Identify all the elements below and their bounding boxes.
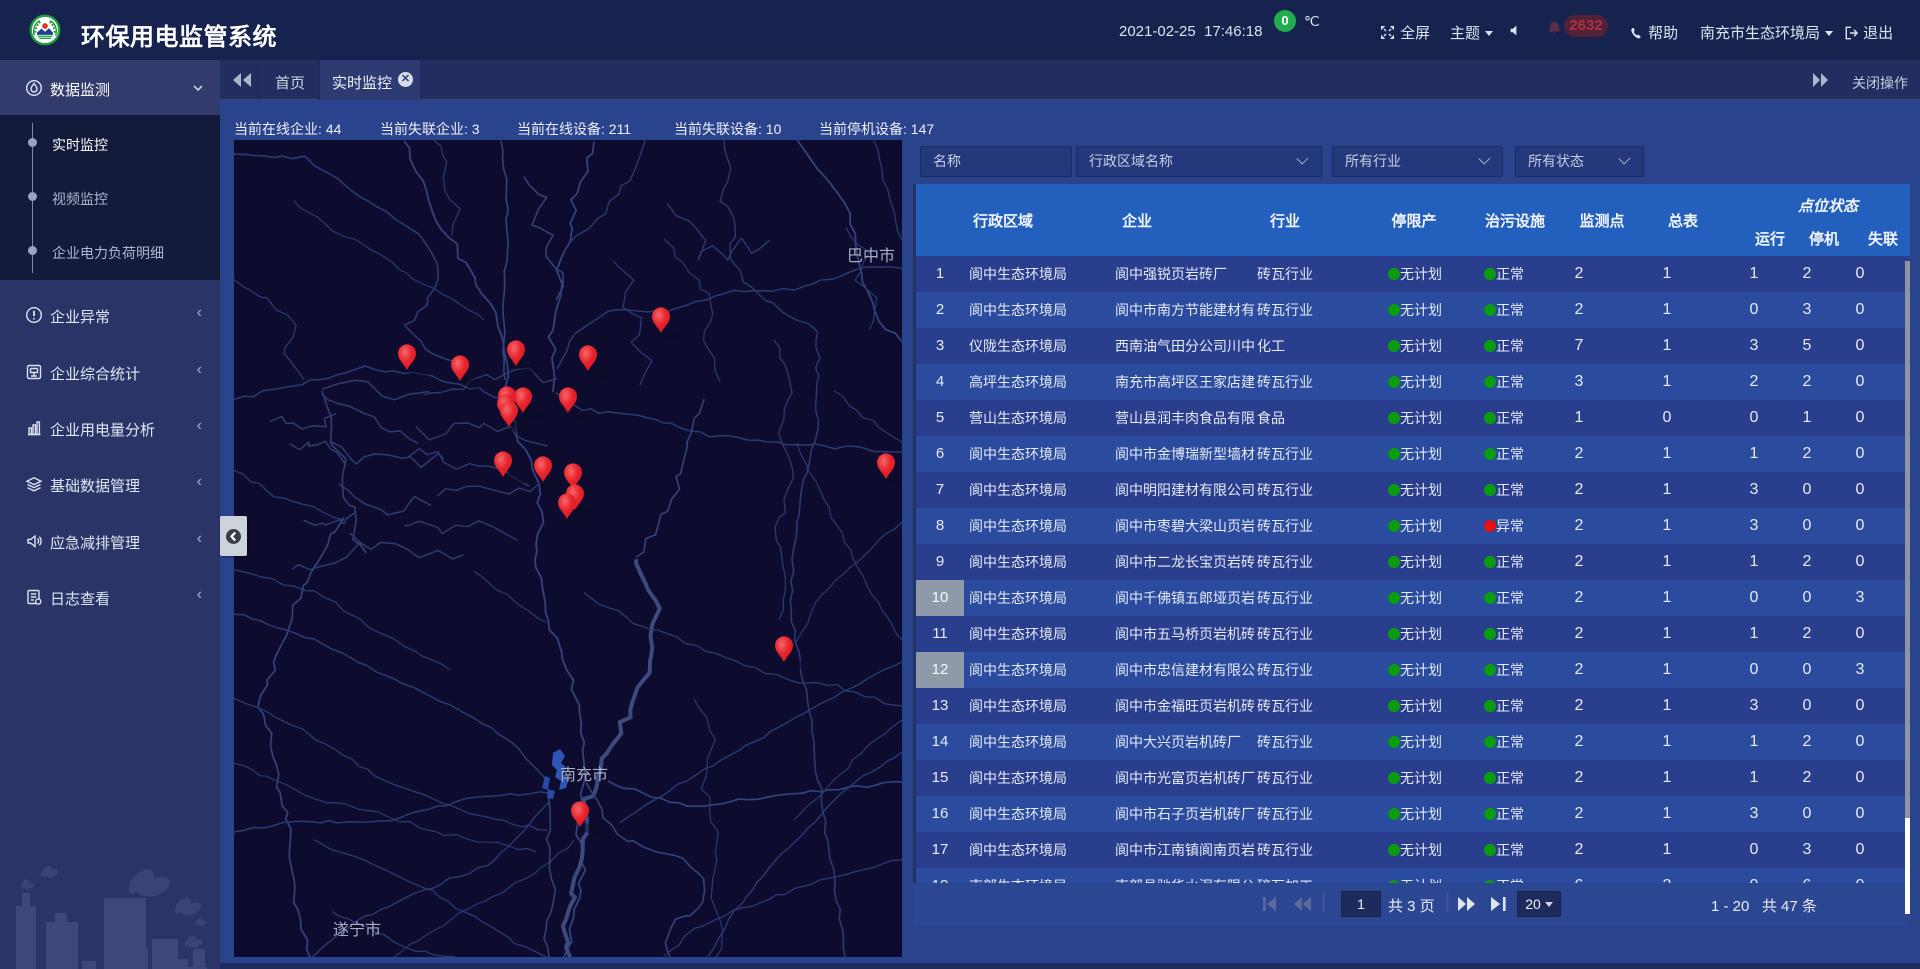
svg-text:南充市: 南充市 bbox=[560, 766, 608, 784]
svg-text:遂宁市: 遂宁市 bbox=[333, 921, 381, 939]
svg-text:巴中市: 巴中市 bbox=[847, 247, 895, 265]
